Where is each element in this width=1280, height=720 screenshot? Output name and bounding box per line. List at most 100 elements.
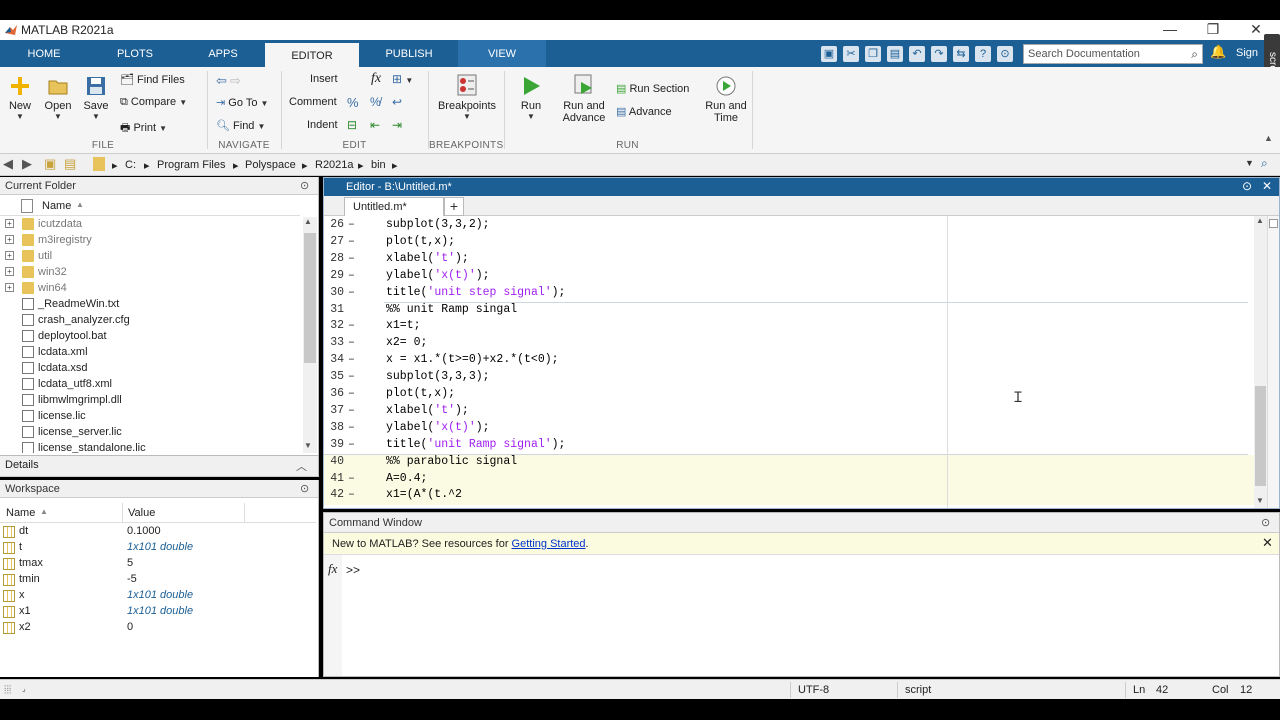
breakpoint-gutter-marker[interactable]: – [348, 218, 355, 231]
details-panel-header[interactable]: Details ︿ [0, 455, 319, 477]
file-list-item[interactable]: + icutzdata [0, 217, 300, 233]
minimize-button[interactable]: — [1150, 21, 1190, 37]
tab-publish[interactable]: PUBLISH [360, 40, 458, 67]
search-documentation-input[interactable]: Search Documentation ⌕ [1023, 44, 1203, 64]
breakpoint-gutter-marker[interactable]: – [348, 421, 355, 434]
file-list-item[interactable]: + m3iregistry [0, 233, 300, 249]
command-window-actions-icon[interactable]: ⊙ [1261, 516, 1270, 529]
tab-untitled[interactable]: Untitled.m* [344, 197, 444, 216]
expand-icon[interactable]: + [5, 267, 14, 276]
code-line[interactable]: 36– plot(t,x); [324, 387, 1254, 404]
breadcrumb-polyspace[interactable]: Polyspace [245, 159, 296, 171]
close-banner-icon[interactable]: ✕ [1262, 535, 1273, 551]
wrap-comments-icon[interactable]: ↩ [392, 95, 402, 109]
browse-folder-icon[interactable]: ▤ [64, 156, 76, 172]
breadcrumb-program-files[interactable]: Program Files [157, 159, 225, 171]
back-arrow-icon[interactable]: ⇦ ⇨ [216, 73, 241, 89]
breakpoint-gutter-marker[interactable]: – [348, 472, 355, 485]
advance-button[interactable]: ▤ Advance [616, 105, 672, 118]
up-folder-icon[interactable]: ▣ [44, 156, 56, 172]
code-line[interactable]: 31 %% unit Ramp singal [324, 303, 1254, 320]
workspace-variable-row[interactable]: dt 0.1000 [0, 524, 316, 540]
breadcrumb-c[interactable]: C: [125, 159, 136, 171]
file-list-item[interactable]: lcdata.xsd [0, 361, 300, 377]
workspace-variable-row[interactable]: x 1x101 double [0, 588, 316, 604]
breakpoint-gutter-marker[interactable]: – [348, 252, 355, 265]
file-list-item[interactable]: libmwlmgrimpl.dll [0, 393, 300, 409]
breakpoints-button[interactable]: Breakpoints ▼ [436, 73, 498, 121]
code-line[interactable]: 27– plot(t,x); [324, 235, 1254, 252]
tab-apps[interactable]: APPS [182, 40, 264, 67]
breakpoint-gutter-marker[interactable]: – [348, 488, 355, 501]
paste-icon[interactable]: ▤ [887, 46, 903, 62]
new-tab-plus-icon[interactable]: + [444, 197, 464, 216]
scroll-up-icon[interactable]: ▲ [304, 217, 312, 226]
workspace-actions-icon[interactable]: ⊙ [300, 482, 309, 495]
editor-actions-icon[interactable]: ⊙ [1242, 179, 1252, 193]
code-analyzer-indicator-icon[interactable] [1269, 219, 1278, 228]
expand-icon[interactable]: + [5, 283, 14, 292]
code-line[interactable]: 32– x1=t; [324, 319, 1254, 336]
file-list-item[interactable]: license_standalone.lic [0, 441, 300, 453]
editor-close-icon[interactable]: ✕ [1262, 179, 1272, 193]
scroll-down-icon[interactable]: ▼ [304, 441, 312, 450]
breadcrumb-bin[interactable]: bin [371, 159, 386, 171]
print-button[interactable]: 🖶 Print ▼ [120, 119, 167, 138]
status-menu-icon[interactable]: ⌟ [22, 684, 26, 693]
file-list-item[interactable]: license.lic [0, 409, 300, 425]
code-line[interactable]: 28– xlabel('t'); [324, 252, 1254, 269]
file-list-item[interactable]: _ReadmeWin.txt [0, 297, 300, 313]
notification-bell-icon[interactable]: 🔔 [1210, 44, 1226, 60]
workspace-variable-row[interactable]: x1 1x101 double [0, 604, 316, 620]
file-list-item[interactable]: + win64 [0, 281, 300, 297]
comment-button[interactable]: Comment [289, 96, 337, 108]
file-list-item[interactable]: + win32 [0, 265, 300, 281]
file-list-scrollbar[interactable]: ▲ ▼ [303, 217, 317, 453]
workspace-variable-row[interactable]: x2 0 [0, 620, 316, 636]
code-line[interactable]: 30– title('unit step signal'); [324, 286, 1254, 303]
tab-view[interactable]: VIEW [458, 40, 546, 67]
go-to-button[interactable]: ⇥ Go To ▼ [216, 96, 268, 109]
breakpoint-gutter-marker[interactable]: – [348, 336, 355, 349]
run-section-button[interactable]: ▤ Run Section [616, 82, 689, 95]
search-icon[interactable]: ⌕ [1191, 47, 1198, 62]
increase-indent-icon[interactable]: ⇥ [392, 118, 402, 132]
indent-button[interactable]: Indent [307, 119, 338, 131]
open-button[interactable]: Open ▼ [42, 75, 74, 121]
breakpoint-gutter-marker[interactable]: – [348, 387, 355, 400]
tab-editor[interactable]: EDITOR [265, 43, 359, 67]
insert-section-icon[interactable]: ⊞ ▼ [392, 72, 413, 86]
tab-plots[interactable]: PLOTS [88, 40, 182, 67]
breakpoint-gutter-marker[interactable]: – [348, 353, 355, 366]
sign-in-link[interactable]: Sign [1236, 47, 1258, 59]
find-button[interactable]: 🔍︎ Find ▼ [216, 119, 265, 132]
new-button[interactable]: New ▼ [6, 75, 34, 121]
search-folder-icon[interactable]: ⌕ [1261, 156, 1268, 171]
find-files-button[interactable]: 🗂 Find Files [120, 73, 185, 86]
maximize-button[interactable]: ❐ [1193, 21, 1233, 38]
decrease-indent-icon[interactable]: ⇤ [370, 118, 380, 132]
code-line[interactable]: 34– x = x1.*(t>=0)+x2.*(t<0); [324, 353, 1254, 370]
redo-icon[interactable]: ↷ [931, 46, 947, 62]
command-prompt[interactable]: >> [346, 563, 360, 577]
code-line[interactable]: 40 %% parabolic signal [324, 454, 1254, 472]
code-line[interactable]: 33– x2= 0; [324, 336, 1254, 353]
code-analyzer-bar[interactable] [1267, 216, 1279, 508]
file-list-item[interactable]: deploytool.bat [0, 329, 300, 345]
panel-actions-icon[interactable]: ⊙ [300, 179, 309, 192]
insert-button[interactable]: Insert [310, 73, 338, 85]
code-line[interactable]: 38– ylabel('x(t)'); [324, 421, 1254, 438]
code-line[interactable]: 37– xlabel('t'); [324, 404, 1254, 421]
file-list-item[interactable]: license_server.lic [0, 425, 300, 441]
save-button[interactable]: Save ▼ [80, 75, 112, 121]
breakpoint-gutter-marker[interactable]: – [348, 269, 355, 282]
forward-icon[interactable]: ▶ [22, 156, 32, 172]
help-icon[interactable]: ? [975, 46, 991, 62]
workspace-name-header[interactable]: Name [6, 507, 35, 519]
insert-function-icon[interactable]: fx [371, 71, 381, 87]
expand-details-icon[interactable]: ︿ [296, 458, 307, 474]
expand-icon[interactable]: + [5, 251, 14, 260]
scroll-thumb[interactable] [1255, 386, 1266, 486]
code-line[interactable]: 26– subplot(3,3,2); [324, 218, 1254, 235]
workspace-value-header[interactable]: Value [128, 507, 155, 519]
